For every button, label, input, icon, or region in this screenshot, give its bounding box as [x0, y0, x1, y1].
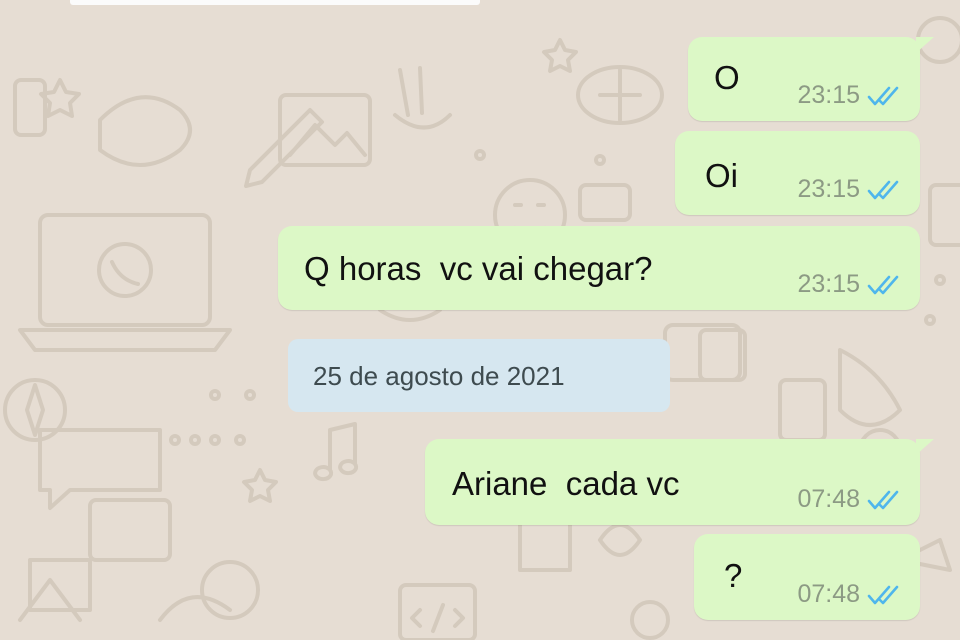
double-check-icon: [867, 275, 899, 294]
message-meta: 23:15: [797, 270, 902, 299]
outgoing-message[interactable]: ? 07:48: [694, 534, 920, 620]
double-check-icon: [867, 86, 899, 105]
message-time: 07:48: [797, 580, 860, 608]
message-time: 07:48: [797, 485, 860, 513]
message-text: O: [714, 59, 740, 96]
outgoing-message[interactable]: Ariane cada vc 07:48: [425, 439, 934, 525]
date-separator-label: 25 de agosto de 2021: [313, 361, 565, 391]
date-separator: 25 de agosto de 2021: [288, 339, 670, 412]
message-meta: 07:48: [797, 485, 902, 514]
message-text: Q horas vc vai chegar?: [304, 250, 653, 287]
message-text: ?: [724, 557, 743, 594]
outgoing-message[interactable]: O 23:15: [688, 37, 934, 121]
conversation-area[interactable]: O 23:15 Oi 23:15 Q horas vc vai chegar? …: [0, 0, 960, 640]
double-check-icon: [867, 490, 899, 509]
message-meta: 07:48: [797, 580, 902, 609]
message-text: Ariane cada vc: [452, 465, 680, 502]
message-meta: 23:15: [797, 175, 902, 204]
double-check-icon: [867, 585, 899, 604]
message-text: Oi: [705, 157, 738, 194]
message-time: 23:15: [797, 175, 860, 203]
message-meta: 23:15: [797, 81, 902, 110]
double-check-icon: [867, 180, 899, 199]
outgoing-message[interactable]: Oi 23:15: [675, 131, 920, 215]
outgoing-message[interactable]: Q horas vc vai chegar? 23:15: [278, 226, 920, 310]
message-time: 23:15: [797, 270, 860, 298]
message-time: 23:15: [797, 81, 860, 109]
